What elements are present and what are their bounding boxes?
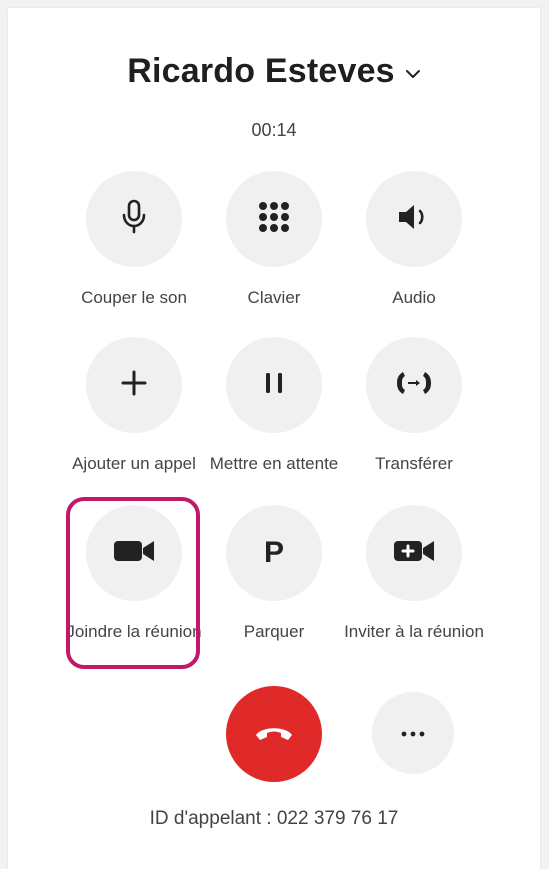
pause-icon <box>261 370 287 401</box>
transfer-button[interactable]: Transférer <box>344 337 484 477</box>
transfer-button-circle[interactable] <box>366 337 462 433</box>
contact-name: Ricardo Esteves <box>127 52 395 90</box>
add-call-label: Ajouter un appel <box>72 454 196 473</box>
join-meeting-button[interactable]: Joindre la réunion <box>64 505 204 645</box>
keypad-button-circle[interactable] <box>226 171 322 267</box>
end-call-button[interactable] <box>226 686 322 782</box>
keypad-icon <box>257 200 291 239</box>
hold-label: Mettre en attente <box>209 454 339 473</box>
keypad-button[interactable]: Clavier <box>204 171 344 311</box>
call-timer: 00:14 <box>251 120 297 140</box>
call-panel: Ricardo Esteves 00:14 Couper le son Clav… <box>8 8 540 869</box>
chevron-down-icon[interactable] <box>405 66 421 84</box>
caller-id: ID d'appelant : 022 379 76 17 <box>149 808 399 829</box>
call-header: Ricardo Esteves <box>8 52 540 91</box>
audio-label: Audio <box>392 288 436 307</box>
hold-button[interactable]: Mettre en attente <box>204 337 344 477</box>
keypad-label: Clavier <box>247 288 301 307</box>
controls-row-2: Ajouter un appel Mettre en attente Trans… <box>64 337 484 477</box>
hang-up-icon <box>254 722 294 747</box>
park-button[interactable]: P Parquer <box>204 505 344 645</box>
video-plus-icon <box>392 537 436 570</box>
more-options-button[interactable] <box>372 692 454 774</box>
controls-row-3: Joindre la réunion P Parquer Inviter à l… <box>64 505 484 645</box>
mute-button[interactable]: Couper le son <box>64 171 204 311</box>
park-button-circle[interactable]: P <box>226 505 322 601</box>
controls-row-1: Couper le son Clavier Audio <box>64 171 484 311</box>
invite-meeting-button-circle[interactable] <box>366 505 462 601</box>
speaker-icon <box>396 202 432 237</box>
add-call-button-circle[interactable] <box>86 337 182 433</box>
plus-icon <box>120 369 148 402</box>
park-label: Parquer <box>243 622 305 641</box>
park-icon: P <box>263 536 284 569</box>
invite-meeting-label: Inviter à la réunion <box>344 622 484 641</box>
transfer-label: Transférer <box>375 454 453 473</box>
join-meeting-button-circle[interactable] <box>86 505 182 601</box>
video-camera-icon <box>112 537 156 570</box>
join-meeting-label: Joindre la réunion <box>66 622 202 641</box>
hold-button-circle[interactable] <box>226 337 322 433</box>
audio-button-circle[interactable] <box>366 171 462 267</box>
transfer-icon <box>394 369 434 402</box>
mute-button-circle[interactable] <box>86 171 182 267</box>
add-call-button[interactable]: Ajouter un appel <box>64 337 204 477</box>
microphone-icon <box>119 199 149 240</box>
ellipsis-icon <box>401 724 425 742</box>
invite-meeting-button[interactable]: Inviter à la réunion <box>344 505 484 645</box>
mute-label: Couper le son <box>81 288 187 307</box>
audio-button[interactable]: Audio <box>344 171 484 311</box>
